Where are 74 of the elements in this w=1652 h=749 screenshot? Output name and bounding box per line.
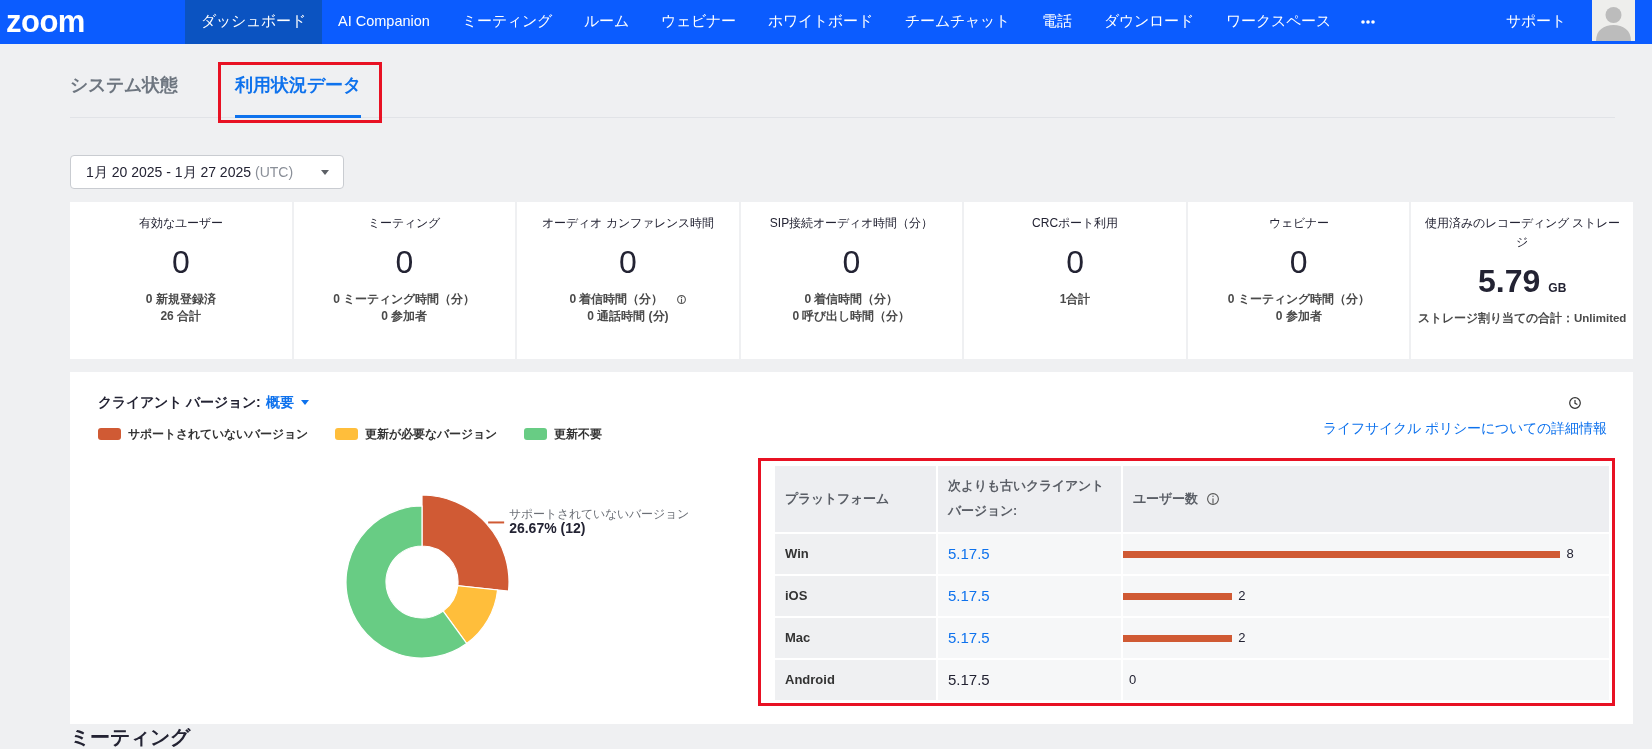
- stat-title: SIP接続オーディオ時間（分）: [769, 215, 934, 232]
- donut-slice[interactable]: [442, 585, 499, 645]
- nav-item[interactable]: ミーティング: [445, 0, 568, 44]
- stat-value: 0: [619, 244, 637, 280]
- nav-item[interactable]: ダッシュボード: [185, 0, 322, 44]
- leader-line: [487, 521, 506, 524]
- table-cell: Win: [775, 534, 936, 574]
- more-icon[interactable]: [1360, 20, 1375, 24]
- table-cell: iOS: [775, 576, 936, 616]
- support-link[interactable]: サポート: [1506, 11, 1566, 33]
- table-cell: 5.17.5: [938, 660, 1121, 700]
- stat-title: オーディオ カンファレンス時間: [542, 215, 714, 232]
- nav-item[interactable]: AI Companion: [322, 0, 446, 44]
- clock-icon[interactable]: [1569, 397, 1581, 409]
- legend-label: サポートされていないバージョン: [128, 426, 308, 442]
- stat-value: 0: [1066, 244, 1084, 280]
- section-heading: ミーティング: [70, 726, 190, 748]
- stat-detail: 0 参加者: [1275, 308, 1322, 325]
- nav-item[interactable]: ウェビナー: [644, 0, 752, 44]
- stat-title: ミーティング: [368, 215, 441, 232]
- column-header: 次よりも古いクライアントバージョン:: [948, 478, 1104, 520]
- nav-item[interactable]: チームチャット: [888, 0, 1026, 44]
- stat-detail: 1合計: [1059, 291, 1091, 308]
- stat-detail: 0 参加者: [381, 308, 428, 325]
- nav-item[interactable]: ワークスペース: [1209, 0, 1347, 44]
- column-header: プラットフォーム: [785, 490, 889, 508]
- version-link[interactable]: 5.17.5: [948, 584, 990, 608]
- stat-title: ウェビナー: [1268, 215, 1329, 232]
- stat-value: 5.79: [1478, 263, 1541, 299]
- stat-detail: 0 通話時間 (分): [587, 308, 669, 325]
- version-link[interactable]: 5.17.5: [948, 626, 990, 650]
- callout-label: サポートされていないバージョン: [509, 507, 690, 522]
- stat-value: 0: [1289, 244, 1308, 280]
- stat-detail: 0 ミーティング時間（分）: [333, 291, 476, 308]
- stat-value: 0: [842, 244, 861, 280]
- user-count: 0: [1129, 671, 1137, 690]
- nav-item[interactable]: ダウンロード: [1087, 0, 1210, 44]
- donut-slice[interactable]: [345, 505, 468, 659]
- stat-detail: ストレージ割り当ての合計：Unlimited: [1418, 310, 1627, 326]
- lifecycle-link[interactable]: ライフサイクル ポリシーについての詳細情報: [1323, 418, 1607, 438]
- caret-icon: [321, 169, 329, 175]
- table-cell: Mac: [775, 618, 936, 658]
- stat-detail: 0 ミーティング時間（分）: [1227, 291, 1370, 308]
- user-count: 8: [1566, 545, 1574, 564]
- stat-detail: 26 合計: [160, 308, 202, 325]
- column-header: ユーザー数: [1133, 490, 1198, 508]
- date-range-dropdown[interactable]: 1月 20 2025 - 1月 27 2025 (UTC): [70, 155, 344, 189]
- stat-detail: 0 着信時間（分）: [569, 291, 664, 308]
- user-count: 2: [1238, 629, 1246, 648]
- stat-title: CRCポート利用: [1032, 215, 1119, 232]
- panel-title: クライアント バージョン:: [98, 393, 261, 412]
- callout-value: 26.67% (12): [509, 520, 586, 537]
- stat-value: 0: [395, 244, 414, 280]
- user-count: 2: [1238, 587, 1246, 606]
- stat-unit: GB: [1548, 280, 1567, 297]
- version-link[interactable]: 5.17.5: [948, 542, 990, 566]
- nav-item[interactable]: 電話: [1025, 0, 1088, 44]
- tab[interactable]: システム状態: [70, 73, 178, 118]
- caret-icon: [300, 399, 309, 405]
- stat-value: 0: [171, 244, 190, 280]
- nav-item[interactable]: ホワイトボード: [751, 0, 889, 44]
- stat-title: 有効なユーザー: [138, 215, 223, 232]
- stat-detail: 0 呼び出し時間（分）: [792, 308, 911, 325]
- stat-detail: 0 着信時間（分）: [804, 291, 899, 308]
- donut-slice[interactable]: [421, 494, 510, 592]
- view-dropdown[interactable]: 概要: [265, 392, 309, 412]
- legend-label: 更新不要: [554, 426, 602, 442]
- stat-title: 使用済みのレコーディング ストレージ: [1423, 215, 1621, 251]
- legend-label: 更新が必要なバージョン: [365, 426, 497, 442]
- stat-detail: 0 新規登録済: [145, 291, 216, 308]
- nav-item[interactable]: ルーム: [567, 0, 645, 44]
- logo[interactable]: zoom: [6, 7, 85, 37]
- table-cell: Android: [775, 660, 936, 700]
- tab[interactable]: 利用状況データ: [235, 73, 361, 118]
